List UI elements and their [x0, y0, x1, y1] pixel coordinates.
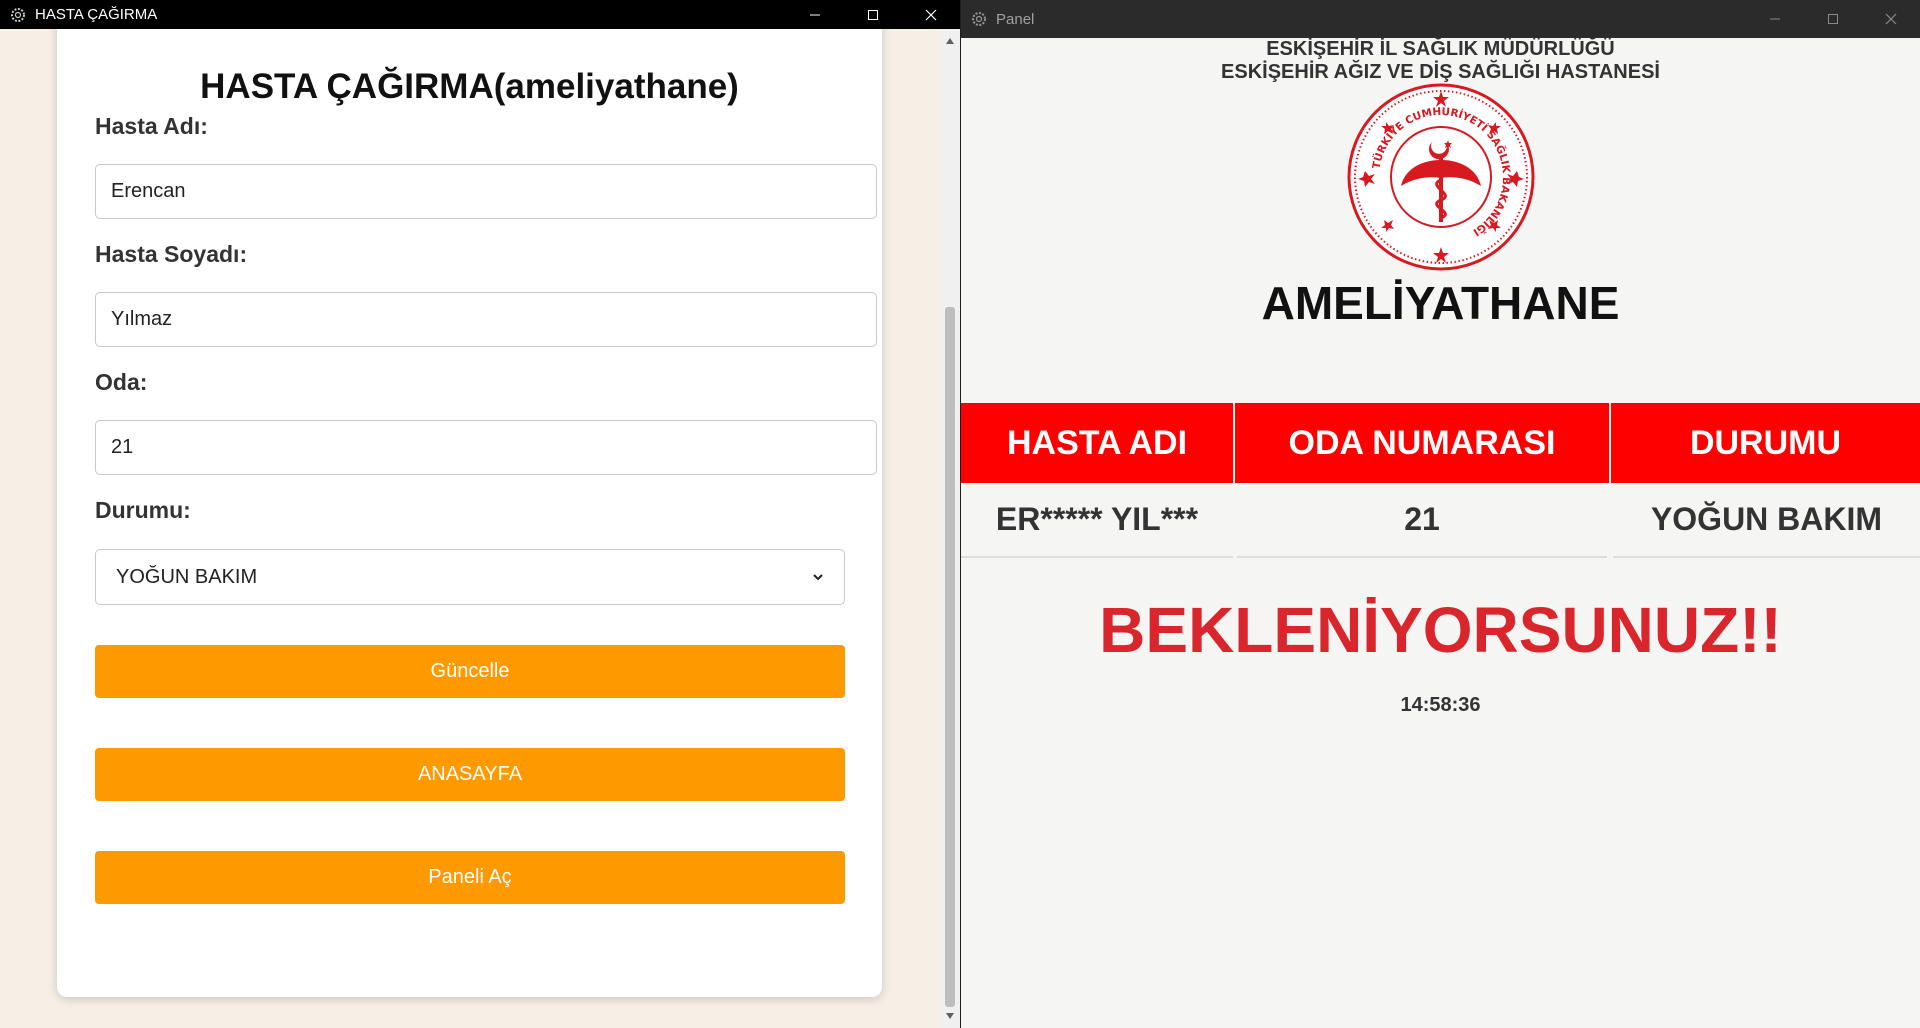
clock: 14:58:36 [1400, 694, 1481, 716]
scroll-up-arrow[interactable] [940, 33, 960, 49]
minimize-icon [1770, 18, 1780, 20]
form-window-title: HASTA ÇAĞIRMA [35, 6, 158, 23]
surname-input[interactable] [95, 292, 877, 347]
waiting-message: BEKLENİYORSUNUZ!! [1099, 594, 1782, 666]
minimize-icon [810, 14, 820, 15]
form-window-titlebar[interactable]: HASTA ÇAĞIRMA [0, 0, 960, 29]
triangle-up-icon [946, 38, 954, 44]
status-select[interactable]: YOĞUN BAKIM [95, 549, 845, 605]
app-gear-icon [9, 6, 27, 24]
form-title: HASTA ÇAĞIRMA(ameliyathane) [200, 67, 739, 106]
maximize-button[interactable] [1804, 0, 1862, 38]
maximize-button[interactable] [844, 0, 902, 29]
close-button[interactable] [1862, 0, 1920, 38]
room-label: Oda: [95, 369, 148, 395]
maximize-icon [1828, 14, 1838, 24]
header-patient-name: HASTA ADI [961, 403, 1233, 483]
scroll-down-arrow[interactable] [940, 1008, 960, 1024]
form-scroll-area: HASTA ÇAĞIRMA(ameliyathane) Hasta Adı: H… [0, 29, 940, 1028]
status-select-value: YOĞUN BAKIM [116, 565, 258, 588]
cell-status: YOĞUN BAKIM [1613, 483, 1920, 558]
panel-window-title: Panel [996, 10, 1035, 28]
app-gear-icon [970, 10, 988, 28]
close-button[interactable] [902, 0, 960, 29]
open-panel-button[interactable]: Paneli Aç [95, 851, 845, 904]
panel-content: ESKİŞEHİR İL SAĞLIK MÜDÜRLÜĞÜ ESKİŞEHİR … [961, 38, 1920, 1028]
vertical-scrollbar[interactable] [940, 29, 960, 1028]
directorate-title: ESKİŞEHİR İL SAĞLIK MÜDÜRLÜĞÜ [1266, 38, 1615, 60]
cell-patient-name: ER***** YIL*** [961, 483, 1233, 558]
status-label: Durumu: [95, 497, 191, 523]
hospital-title: ESKİŞEHİR AĞIZ VE DİŞ SAĞLIĞI HASTANESİ [1221, 61, 1660, 83]
form-card: HASTA ÇAĞIRMA(ameliyathane) Hasta Adı: H… [57, 29, 882, 997]
header-status: DURUMU [1611, 403, 1920, 483]
close-icon [1885, 13, 1897, 25]
minimize-button[interactable] [786, 0, 844, 29]
maximize-icon [868, 9, 878, 20]
panel-window: Panel ESKİŞEHİR İL SAĞLIK MÜDÜRLÜĞÜ ESKİ… [961, 0, 1920, 1028]
update-button[interactable]: Güncelle [95, 645, 845, 698]
surname-label: Hasta Soyadı: [95, 241, 248, 267]
minimize-button[interactable] [1746, 0, 1804, 38]
scroll-thumb[interactable] [945, 307, 955, 1007]
header-room-number: ODA NUMARASI [1235, 403, 1609, 483]
chevron-down-icon [813, 574, 823, 581]
cell-room-number: 21 [1237, 483, 1607, 558]
department-title: AMELİYATHANE [1261, 277, 1620, 329]
name-label: Hasta Adı: [95, 113, 208, 139]
name-input[interactable] [95, 164, 877, 219]
home-button[interactable]: ANASAYFA [95, 748, 845, 801]
ministry-logo: TÜRKİYE CUMHURİYETİ SAĞLIK BAKANLIĞI [1346, 82, 1536, 272]
form-window: HASTA ÇAĞIRMA HASTA ÇAĞIRMA(ameliyathane… [0, 0, 960, 1028]
room-input[interactable] [95, 420, 877, 475]
close-icon [925, 9, 937, 20]
panel-window-titlebar[interactable]: Panel [961, 0, 1920, 38]
triangle-down-icon [946, 1013, 954, 1019]
